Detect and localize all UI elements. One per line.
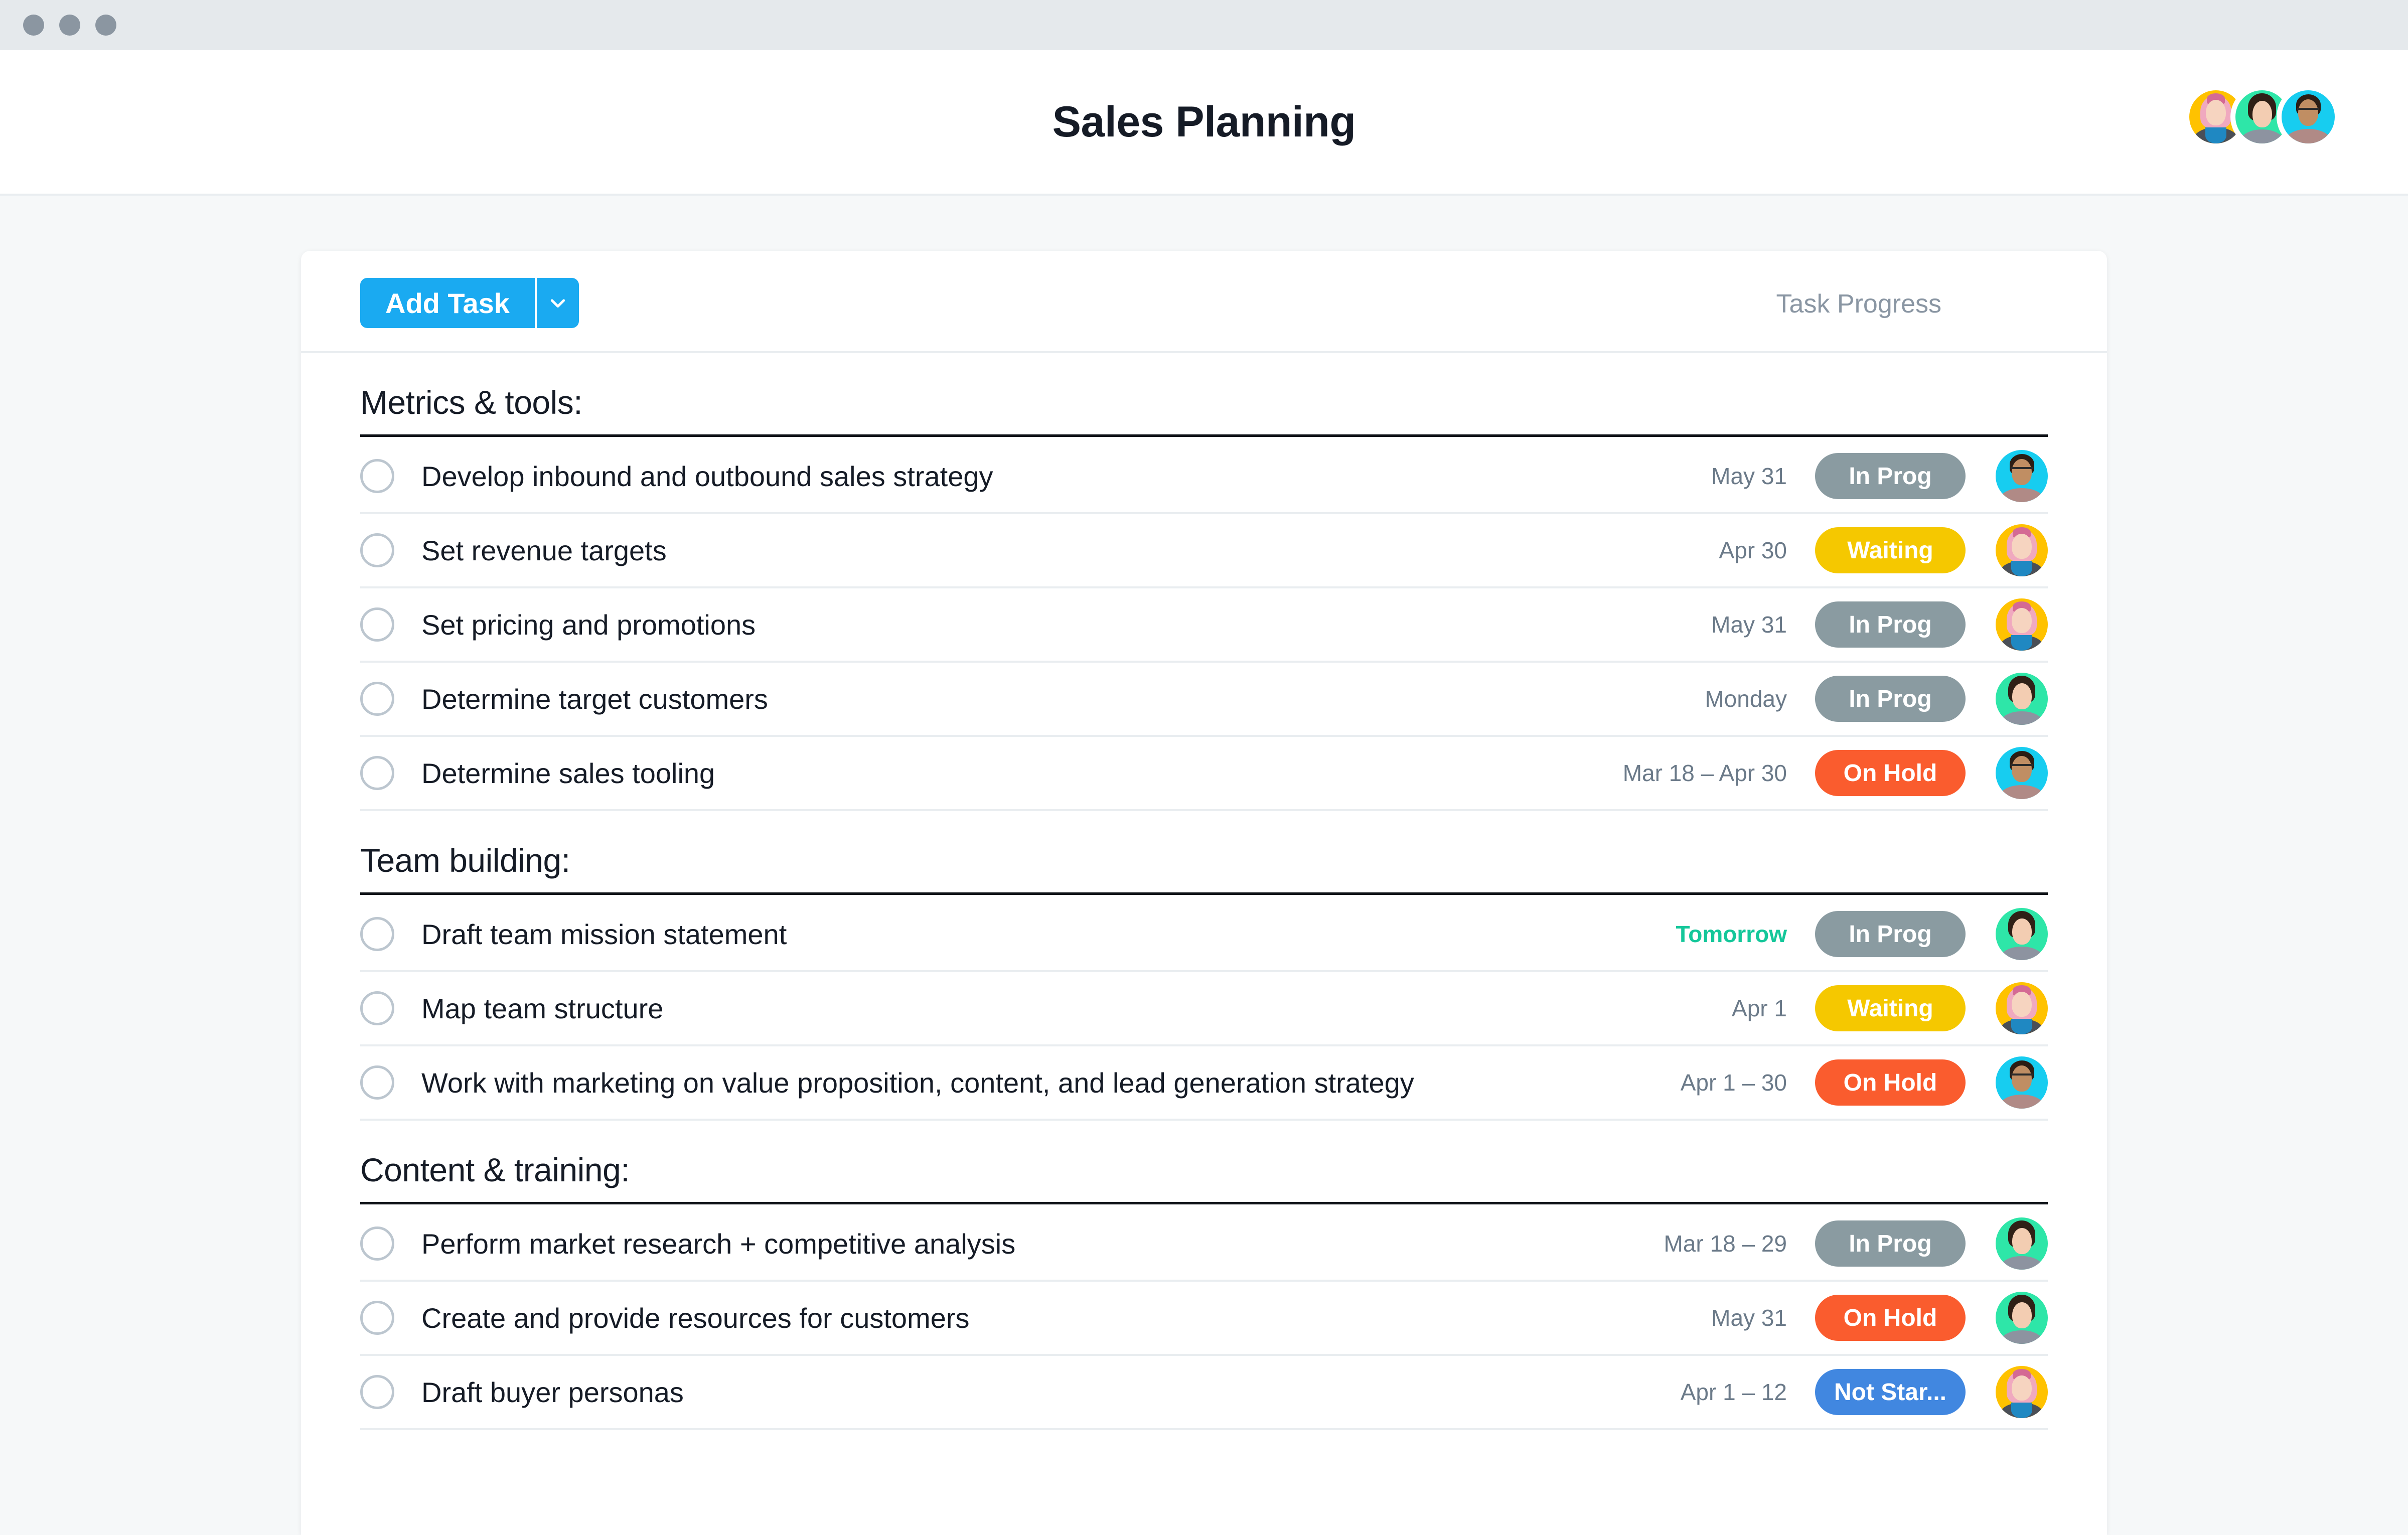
- task-due-date[interactable]: May 31: [1711, 463, 1787, 490]
- section-divider: [360, 434, 2048, 437]
- task-sections: Metrics & tools: Develop inbound and outb…: [301, 353, 2107, 1430]
- task-complete-checkbox[interactable]: [360, 682, 394, 716]
- task-row[interactable]: Map team structure Apr 1 Waiting: [360, 972, 2048, 1046]
- task-section: Content & training: Perform market resear…: [301, 1121, 2107, 1430]
- task-status-badge[interactable]: On Hold: [1815, 750, 1966, 796]
- section-title: Team building:: [360, 842, 570, 879]
- avatar-member-2[interactable]: [2235, 90, 2289, 143]
- task-section: Metrics & tools: Develop inbound and outb…: [301, 353, 2107, 811]
- task-assignee-avatar[interactable]: [1996, 524, 2048, 576]
- task-status-badge[interactable]: Waiting: [1815, 527, 1966, 573]
- window-chrome: [0, 0, 2408, 50]
- task-status-badge[interactable]: In Prog: [1815, 601, 1966, 648]
- task-name[interactable]: Draft team mission statement: [421, 918, 1676, 951]
- task-due-date[interactable]: Monday: [1705, 685, 1787, 712]
- task-due-date[interactable]: May 31: [1711, 1304, 1787, 1331]
- task-name[interactable]: Determine sales tooling: [421, 757, 1623, 790]
- task-name[interactable]: Perform market research + competitive an…: [421, 1227, 1664, 1260]
- task-assignee-avatar[interactable]: [1996, 673, 2048, 725]
- avatar-member-1[interactable]: [2189, 90, 2242, 143]
- task-complete-checkbox[interactable]: [360, 533, 394, 567]
- task-complete-checkbox[interactable]: [360, 1301, 394, 1335]
- task-status-badge[interactable]: Not Star...: [1815, 1369, 1966, 1415]
- task-status-badge[interactable]: In Prog: [1815, 911, 1966, 957]
- task-due-date[interactable]: Tomorrow: [1676, 920, 1787, 948]
- app-header: Sales Planning: [0, 50, 2408, 196]
- task-status-badge[interactable]: On Hold: [1815, 1059, 1966, 1106]
- task-toolbar: Add Task Task Progress: [301, 251, 2107, 353]
- task-complete-checkbox[interactable]: [360, 917, 394, 951]
- avatar-member-3[interactable]: [2282, 90, 2335, 143]
- task-complete-checkbox[interactable]: [360, 1375, 394, 1409]
- task-status-badge[interactable]: On Hold: [1815, 1295, 1966, 1341]
- task-row[interactable]: Determine target customers Monday In Prog: [360, 663, 2048, 737]
- window-close-dot[interactable]: [23, 15, 44, 36]
- task-status-badge[interactable]: In Prog: [1815, 676, 1966, 722]
- task-row[interactable]: Draft team mission statement Tomorrow In P…: [360, 898, 2048, 972]
- task-name[interactable]: Set revenue targets: [421, 534, 1719, 567]
- task-name[interactable]: Create and provide resources for custome…: [421, 1302, 1711, 1334]
- task-row[interactable]: Create and provide resources for custome…: [360, 1282, 2048, 1356]
- task-progress-label[interactable]: Task Progress: [1776, 289, 1941, 319]
- task-name[interactable]: Map team structure: [421, 992, 1732, 1025]
- task-complete-checkbox[interactable]: [360, 607, 394, 642]
- task-row[interactable]: Determine sales tooling Mar 18 – Apr 30 On…: [360, 737, 2048, 811]
- task-complete-checkbox[interactable]: [360, 1065, 394, 1100]
- window-maximize-dot[interactable]: [95, 15, 116, 36]
- card-footer-space: [301, 1430, 2107, 1535]
- task-row[interactable]: Develop inbound and outbound sales strat…: [360, 440, 2048, 514]
- section-title: Content & training:: [360, 1151, 630, 1188]
- task-due-date[interactable]: Apr 1 – 12: [1681, 1378, 1787, 1406]
- task-assignee-avatar[interactable]: [1996, 450, 2048, 502]
- member-avatar-group: [2189, 90, 2335, 143]
- task-name[interactable]: Work with marketing on value proposition…: [421, 1066, 1681, 1099]
- task-row[interactable]: Draft buyer personas Apr 1 – 12 Not Star..…: [360, 1356, 2048, 1430]
- task-due-date[interactable]: Mar 18 – Apr 30: [1623, 759, 1787, 787]
- task-row[interactable]: Set pricing and promotions May 31 In Prog: [360, 588, 2048, 663]
- task-name[interactable]: Develop inbound and outbound sales strat…: [421, 460, 1711, 493]
- task-assignee-avatar[interactable]: [1996, 908, 2048, 960]
- task-status-badge[interactable]: Waiting: [1815, 985, 1966, 1031]
- task-name[interactable]: Set pricing and promotions: [421, 608, 1711, 641]
- task-due-date[interactable]: Apr 30: [1719, 537, 1787, 564]
- task-assignee-avatar[interactable]: [1996, 1366, 2048, 1418]
- task-section: Team building: Draft team mission stateme…: [301, 811, 2107, 1121]
- window-minimize-dot[interactable]: [59, 15, 80, 36]
- section-title: Metrics & tools:: [360, 384, 583, 421]
- task-status-badge[interactable]: In Prog: [1815, 453, 1966, 499]
- add-task-button[interactable]: Add Task: [360, 278, 535, 328]
- task-row[interactable]: Set revenue targets Apr 30 Waiting: [360, 514, 2048, 588]
- task-status-badge[interactable]: In Prog: [1815, 1220, 1966, 1267]
- task-row[interactable]: Perform market research + competitive an…: [360, 1207, 2048, 1282]
- task-assignee-avatar[interactable]: [1996, 1217, 2048, 1270]
- page-title: Sales Planning: [1052, 97, 1356, 146]
- task-due-date[interactable]: Apr 1 – 30: [1681, 1069, 1787, 1096]
- task-list-card: Add Task Task Progress Metrics & tools: D…: [301, 251, 2107, 1535]
- task-due-date[interactable]: Mar 18 – 29: [1664, 1230, 1787, 1257]
- add-task-control: Add Task: [360, 278, 579, 328]
- task-name[interactable]: Determine target customers: [421, 683, 1705, 715]
- task-complete-checkbox[interactable]: [360, 1226, 394, 1261]
- task-row[interactable]: Work with marketing on value proposition…: [360, 1046, 2048, 1121]
- window-traffic-lights: [23, 15, 116, 36]
- task-assignee-avatar[interactable]: [1996, 982, 2048, 1034]
- task-assignee-avatar[interactable]: [1996, 598, 2048, 651]
- chevron-down-icon[interactable]: [536, 278, 579, 328]
- section-divider: [360, 892, 2048, 895]
- task-assignee-avatar[interactable]: [1996, 1056, 2048, 1109]
- task-due-date[interactable]: May 31: [1711, 611, 1787, 638]
- task-complete-checkbox[interactable]: [360, 991, 394, 1025]
- section-divider: [360, 1202, 2048, 1204]
- task-assignee-avatar[interactable]: [1996, 747, 2048, 799]
- task-due-date[interactable]: Apr 1: [1732, 995, 1787, 1022]
- task-name[interactable]: Draft buyer personas: [421, 1376, 1681, 1409]
- task-complete-checkbox[interactable]: [360, 459, 394, 493]
- task-assignee-avatar[interactable]: [1996, 1292, 2048, 1344]
- task-complete-checkbox[interactable]: [360, 756, 394, 790]
